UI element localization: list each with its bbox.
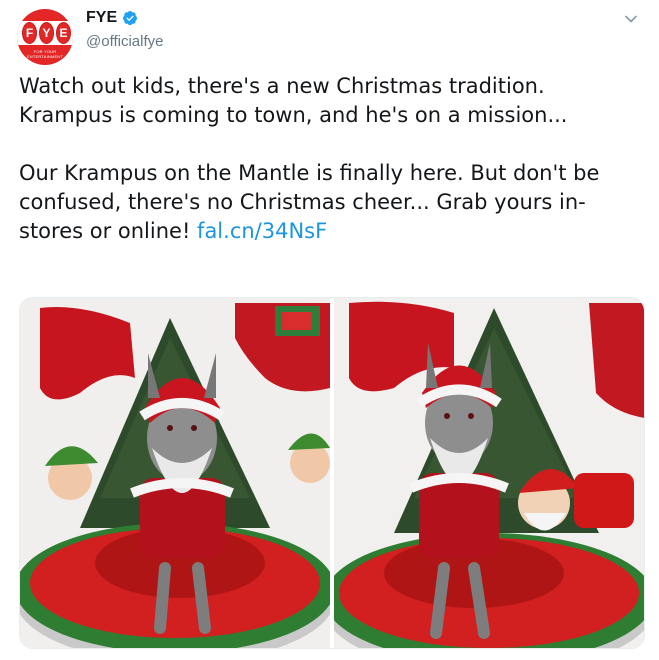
author-name-row: FYE bbox=[86, 9, 138, 27]
author-handle[interactable]: @officialfye bbox=[86, 33, 163, 50]
media-photo-1[interactable] bbox=[20, 298, 331, 648]
chevron-down-icon[interactable] bbox=[624, 12, 638, 26]
avatar[interactable]: F Y E FOR YOUR ENTERTAINMENT bbox=[17, 9, 73, 65]
photo-1-image bbox=[20, 298, 330, 648]
verified-badge-icon bbox=[123, 11, 138, 26]
tweet-text-main: Watch out kids, there's a new Christmas … bbox=[19, 74, 600, 243]
tweet-media bbox=[19, 297, 645, 649]
author-name[interactable]: FYE bbox=[86, 9, 117, 27]
logo-letter-f: F bbox=[22, 22, 37, 44]
tweet-text: Watch out kids, there's a new Christmas … bbox=[19, 72, 634, 246]
photo-2-image bbox=[333, 298, 644, 648]
logo-letter-e: E bbox=[56, 22, 71, 44]
tweet-card: F Y E FOR YOUR ENTERTAINMENT FYE @offici… bbox=[0, 0, 659, 660]
logo-letter-y: Y bbox=[39, 22, 54, 44]
avatar-logo: F Y E bbox=[22, 22, 71, 44]
avatar-tagline: FOR YOUR ENTERTAINMENT bbox=[26, 49, 64, 59]
media-photo-2[interactable] bbox=[333, 298, 644, 648]
tweet-link[interactable]: fal.cn/34NsF bbox=[197, 219, 327, 243]
